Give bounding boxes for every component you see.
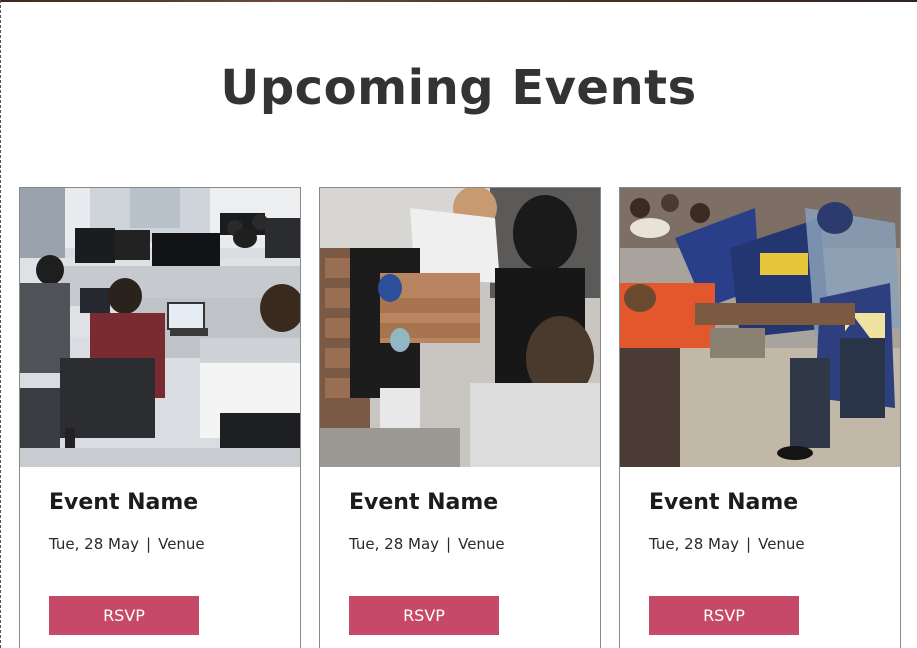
event-name: Event Name xyxy=(49,490,199,515)
event-venue: Venue xyxy=(158,535,205,553)
event-card: Event Name Tue, 28 May | Venue RSVP xyxy=(19,187,301,648)
event-meta: Tue, 28 May | Venue xyxy=(49,535,205,553)
event-meta: Tue, 28 May | Venue xyxy=(649,535,805,553)
event-venue: Venue xyxy=(458,535,505,553)
meta-separator: | xyxy=(146,535,152,553)
event-name: Event Name xyxy=(349,490,499,515)
event-meta: Tue, 28 May | Venue xyxy=(349,535,505,553)
event-card: Event Name Tue, 28 May | Venue RSVP xyxy=(319,187,601,648)
event-date: Tue, 28 May xyxy=(49,535,140,553)
event-date: Tue, 28 May xyxy=(349,535,440,553)
computer-lab-photo xyxy=(20,188,300,467)
top-image-strip xyxy=(0,0,917,2)
rsvp-button[interactable]: RSVP xyxy=(349,596,499,635)
meta-separator: | xyxy=(446,535,452,553)
section-title: Upcoming Events xyxy=(220,60,697,116)
event-image-computer-lab[interactable] xyxy=(20,188,300,467)
event-venue: Venue xyxy=(758,535,805,553)
event-name: Event Name xyxy=(649,490,799,515)
event-card: Event Name Tue, 28 May | Venue RSVP xyxy=(619,187,901,648)
event-date: Tue, 28 May xyxy=(649,535,740,553)
meta-separator: | xyxy=(746,535,752,553)
event-image-riot-police[interactable] xyxy=(620,188,900,467)
volunteers-boxes-photo xyxy=(320,188,600,467)
page: Upcoming Events Event Name Tue, 28 May |… xyxy=(0,0,917,648)
event-image-volunteers[interactable] xyxy=(320,188,600,467)
rsvp-button[interactable]: RSVP xyxy=(49,596,199,635)
rsvp-button[interactable]: RSVP xyxy=(649,596,799,635)
riot-police-photo xyxy=(620,188,900,467)
